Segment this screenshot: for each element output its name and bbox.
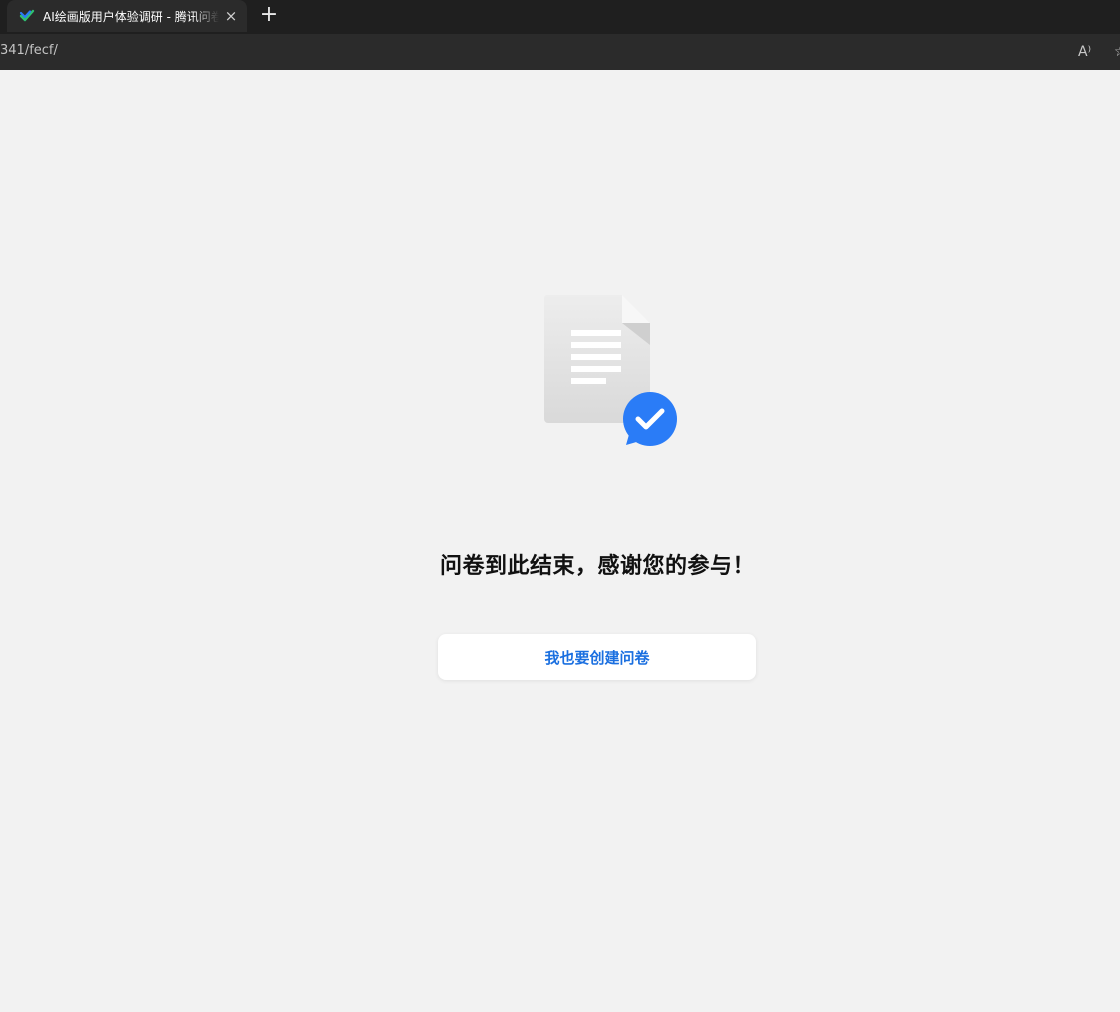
page-content: 问卷到此结束，感谢您的参与！ 我也要创建问卷 — [0, 70, 1120, 1012]
browser-tab[interactable]: AI绘画版用户体验调研 - 腾讯问卷 × — [7, 0, 247, 32]
tab-close-icon[interactable]: × — [223, 8, 239, 24]
new-tab-button[interactable]: + — [258, 4, 280, 26]
tencent-survey-favicon-icon — [19, 9, 35, 22]
address-bar[interactable]: 341/fecf/ A⁾ ☆ — [0, 34, 1120, 70]
tab-title: AI绘画版用户体验调研 - 腾讯问卷 — [43, 9, 219, 24]
favorites-icon[interactable]: ☆ — [1114, 43, 1120, 61]
browser-chrome: AI绘画版用户体验调研 - 腾讯问卷 × + 341/fecf/ A⁾ ☆ — [0, 0, 1120, 70]
url-text[interactable]: 341/fecf/ — [0, 43, 58, 58]
tab-strip: AI绘画版用户体验调研 - 腾讯问卷 × + — [0, 0, 1120, 34]
survey-end-message: 问卷到此结束，感谢您的参与！ — [439, 554, 755, 579]
check-badge-icon — [623, 392, 677, 446]
survey-complete-illustration — [543, 295, 677, 446]
create-survey-button[interactable]: 我也要创建问卷 — [438, 634, 756, 680]
read-aloud-icon[interactable]: A⁾ — [1078, 43, 1098, 61]
